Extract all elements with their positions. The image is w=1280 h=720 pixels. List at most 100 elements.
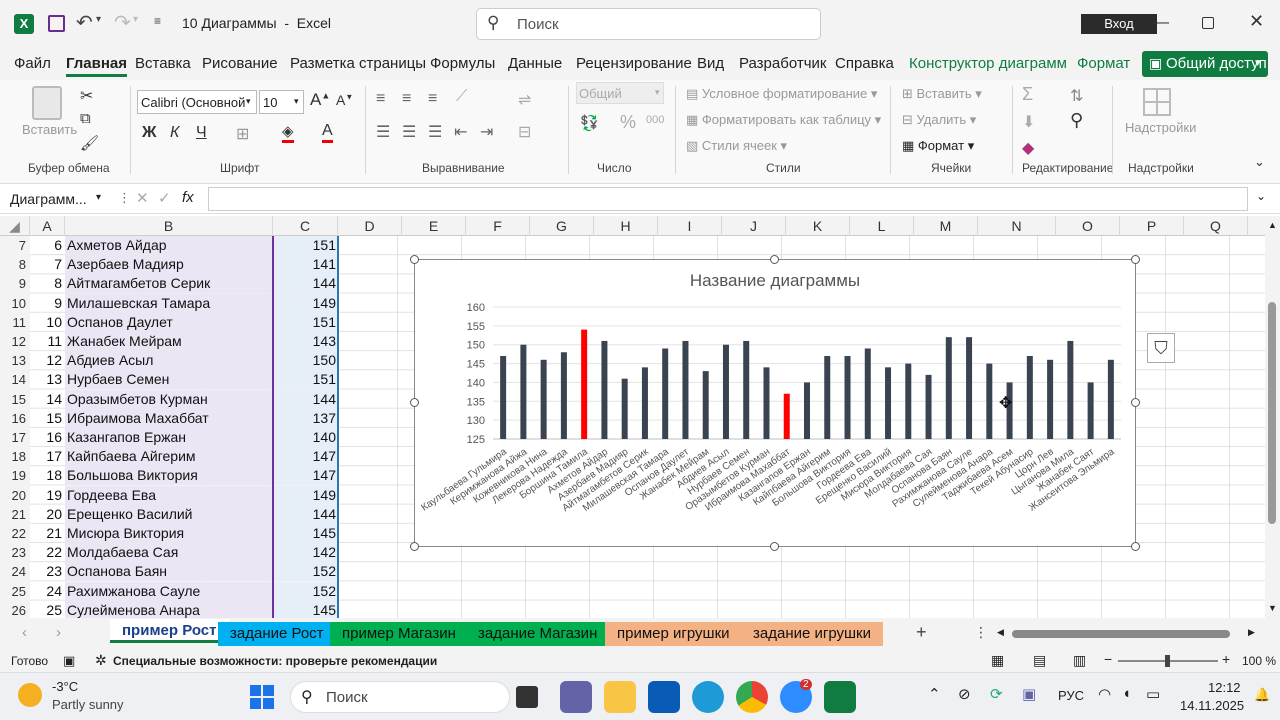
conditional-format-button[interactable]: ▤ Условное форматирование ▾ [686,86,877,102]
align-right-icon[interactable]: ☰ [428,122,442,142]
paste-button[interactable]: Вставить [22,122,77,137]
tab-draw[interactable]: Рисование [202,55,278,72]
hscroll-right-icon[interactable]: ▶ [1248,627,1255,638]
column-header[interactable]: H [594,216,658,236]
resize-handle[interactable] [770,542,779,551]
row-header[interactable]: 22 [0,524,30,543]
weather-desc[interactable]: Partly sunny [52,697,124,712]
page-break-view-icon[interactable]: ▥ [1073,652,1086,669]
delete-cells-button[interactable]: ⊟ Удалить ▾ [902,112,976,128]
macro-record-icon[interactable]: ▣ [63,653,75,669]
align-left-icon[interactable]: ☰ [376,122,390,142]
cell-name[interactable]: Кайпбаева Айгерим [65,447,273,467]
row-header[interactable]: 21 [0,505,30,524]
hscroll-left-icon[interactable]: ◀ [997,627,1004,638]
row-header[interactable]: 15 [0,390,30,409]
cell-index[interactable]: 17 [30,447,62,466]
cell-name[interactable]: Мисюра Виктория [65,524,273,543]
cell-height[interactable]: 141 [273,255,338,275]
resize-handle[interactable] [1131,398,1140,407]
collapse-ribbon-icon[interactable]: ⌄ [1254,154,1265,170]
accessibility-icon[interactable]: ✲ [95,652,107,669]
redo-icon[interactable]: ↷ [114,10,131,35]
cell-styles-button[interactable]: ▧ Стили ячеек ▾ [686,138,787,154]
edge-icon[interactable] [692,681,724,713]
row-header[interactable]: 26 [0,601,30,620]
scroll-down-icon[interactable]: ▼ [1268,603,1277,613]
chart-object[interactable]: Название диаграммы 125 130 135 140 145 150 155… [410,255,1140,551]
resize-handle[interactable] [410,398,419,407]
sheet-tab-active[interactable]: пример Рост [110,619,229,643]
column-header[interactable]: E [402,216,466,236]
cell-name[interactable]: Абдиев Асыл [65,351,273,371]
sheet-tab[interactable]: задание Рост [218,622,336,646]
merge-icon[interactable]: ⊟ [518,122,531,142]
cell-index[interactable]: 25 [30,601,62,618]
column-header[interactable]: O [1056,216,1120,236]
weather-temp[interactable]: -3°C [52,679,78,694]
cell-name[interactable]: Нурбаев Семен [65,370,273,390]
save-icon[interactable] [48,15,65,32]
column-header[interactable]: K [786,216,850,236]
cell-index[interactable]: 16 [30,428,62,447]
cell-height[interactable]: 142 [273,543,338,563]
resize-handle[interactable] [410,255,419,264]
row-header[interactable]: 20 [0,486,30,505]
page-layout-view-icon[interactable]: ▤ [1033,652,1046,669]
zoom-slider-thumb[interactable] [1165,655,1170,667]
cell-index[interactable]: 19 [30,486,62,505]
find-icon[interactable]: ⚲ [1070,110,1083,131]
select-all-corner[interactable]: ◢ [0,216,30,236]
borders-icon[interactable]: ⊞ [236,124,249,144]
cell-index[interactable]: 24 [30,582,62,601]
row-header[interactable]: 17 [0,428,30,447]
font-color-icon[interactable]: A [322,122,333,143]
store-icon[interactable] [648,681,680,713]
column-header[interactable]: N [978,216,1056,236]
expand-formula-icon[interactable]: ⌄ [1256,189,1266,203]
cell-height[interactable]: 152 [273,562,338,582]
cell-height[interactable]: 147 [273,466,338,486]
tab-page-layout[interactable]: Разметка страницы [290,55,426,72]
cell-name[interactable]: Азербаев Мадияр [65,255,273,275]
tab-insert[interactable]: Вставка [135,55,191,72]
volume-icon[interactable]: ◖ [1122,685,1131,702]
restore-icon[interactable] [1202,17,1214,29]
cell-height[interactable]: 145 [273,600,338,618]
next-sheet-icon[interactable]: › [56,624,61,641]
add-sheet-icon[interactable]: + [916,622,927,643]
orientation-icon[interactable]: ⟋ [456,88,467,106]
vertical-scrollbar[interactable]: ▲ ▼ [1265,216,1280,618]
sort-filter-icon[interactable]: ⇅ [1070,86,1083,106]
tab-formulas[interactable]: Формулы [430,55,495,72]
file-explorer-icon[interactable] [604,681,636,713]
cell-index[interactable]: 20 [30,505,62,524]
share-button[interactable]: ▣ Общий доступ ▾ [1142,51,1268,77]
autosum-icon[interactable]: Σ [1022,84,1033,105]
tab-data[interactable]: Данные [508,55,562,72]
increase-font-icon[interactable]: A▲ [310,90,330,110]
clock-date[interactable]: 14.11.2025 [1180,698,1244,713]
paste-icon[interactable] [32,86,62,120]
prev-sheet-icon[interactable]: ‹ [22,624,27,641]
cell-index[interactable]: 6 [30,236,62,255]
zoom-out-icon[interactable]: − [1104,651,1112,667]
cell-height[interactable]: 144 [273,389,338,409]
column-header[interactable]: B [65,216,273,236]
sheet-tab[interactable]: задание Магазин [466,622,610,646]
sheet-tab[interactable]: пример игрушки [605,622,742,646]
cell-name[interactable]: Оспанов Даулет [65,312,273,332]
weather-icon[interactable] [18,683,42,707]
enter-icon[interactable]: ✓ [158,189,171,207]
cell-name[interactable]: Гордеева Ева [65,485,273,505]
tab-help[interactable]: Справка [835,55,894,72]
signin-button[interactable]: Вход [1081,14,1157,34]
cell-name[interactable]: Казангапов Ержан [65,428,273,447]
cell-name[interactable]: Жанабек Мейрам [65,332,273,351]
row-header[interactable]: 24 [0,562,30,581]
sync-icon[interactable]: ⟳ [990,685,1003,703]
cell-name[interactable]: Ерещенко Василий [65,504,273,524]
name-box[interactable]: Диаграмм... ▾ [0,188,110,210]
column-header[interactable]: L [850,216,914,236]
align-top-icon[interactable]: ≡ [376,90,385,108]
